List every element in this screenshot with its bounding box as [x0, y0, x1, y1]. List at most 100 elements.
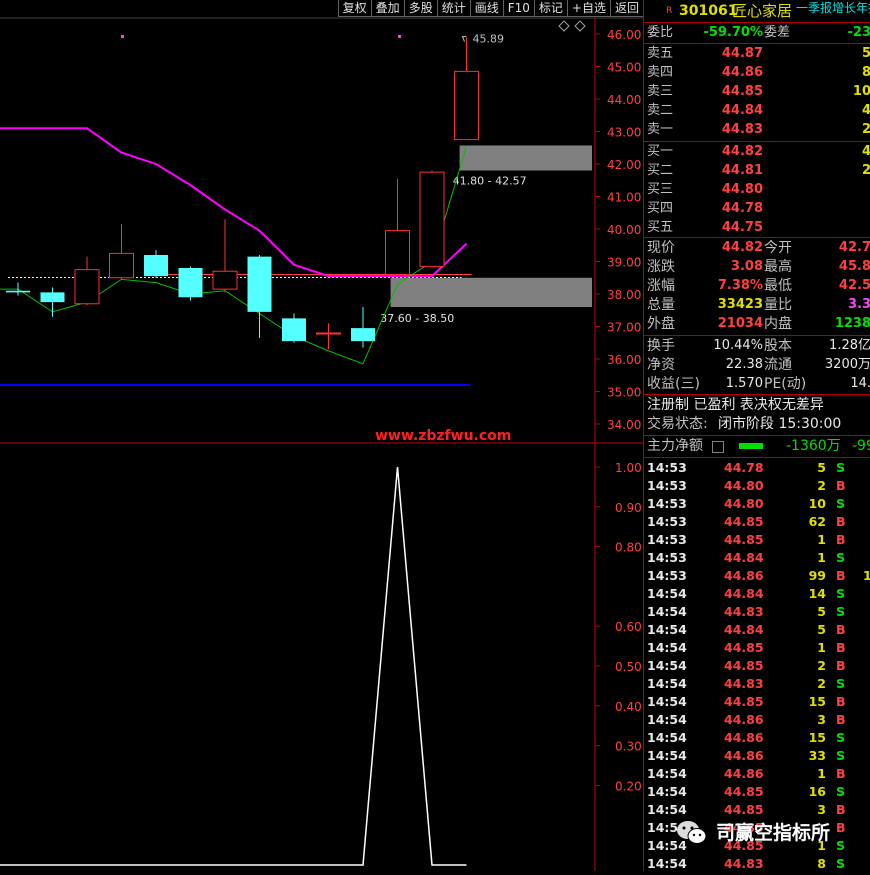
tick-row[interactable]: 14:5344.802B	[644, 477, 870, 495]
stock-name[interactable]: 匠心家居	[732, 0, 792, 22]
bid-row[interactable]: 买三44.80	[644, 181, 870, 199]
bid-row[interactable]: 买一44.824	[644, 143, 870, 161]
ask-row[interactable]: 卖二44.844	[644, 102, 870, 120]
fund-label: 股本	[764, 337, 792, 355]
trade-state-label: 交易状态:	[647, 415, 708, 433]
candle[interactable]	[110, 224, 134, 279]
toolbar-button-7[interactable]: +自选	[567, 0, 610, 17]
candle[interactable]	[282, 314, 306, 343]
diamond-icon[interactable]	[575, 21, 585, 31]
tick-row[interactable]: 14:5444.861B	[644, 765, 870, 783]
tick-row[interactable]: 14:5344.8699B1	[644, 567, 870, 585]
tick-direction: S	[836, 747, 845, 765]
kline-chart[interactable]: 46.0045.0044.0043.0042.0041.0040.0039.00…	[0, 0, 643, 871]
tick-time: 14:54	[647, 639, 687, 657]
weibi-label: 委比	[647, 24, 673, 42]
tick-row[interactable]: 14:5444.8516S	[644, 783, 870, 801]
tick-direction: S	[836, 495, 845, 513]
toolbar-button-6[interactable]: 标记	[534, 0, 567, 17]
candle[interactable]	[351, 307, 375, 348]
tick-volume: 1	[784, 765, 826, 783]
diamond-icon[interactable]	[559, 21, 569, 31]
quote-label: 总量	[647, 296, 675, 314]
tick-volume: 14	[784, 585, 826, 603]
ask-row[interactable]: 卖三44.8510	[644, 83, 870, 101]
tick-row[interactable]: 14:5444.838S	[644, 855, 870, 873]
wechat-logo-text: 司赢空指标所	[716, 818, 830, 845]
bid-label: 买二	[647, 162, 673, 180]
weicha-label: 委差	[764, 24, 790, 42]
candle[interactable]	[248, 255, 272, 338]
ask-row[interactable]: 卖一44.832	[644, 121, 870, 139]
price-tick-label: 42.00	[607, 158, 641, 172]
tick-row[interactable]: 14:5344.851B	[644, 531, 870, 549]
quote-row: 涨跌3.08最高45.8	[644, 258, 870, 276]
bid-row[interactable]: 买四44.78	[644, 200, 870, 218]
tick-price: 44.85	[724, 693, 760, 711]
ask-label: 卖四	[647, 64, 673, 82]
ask-label: 卖三	[647, 83, 673, 101]
tick-direction: S	[836, 603, 845, 621]
tick-price: 44.86	[724, 711, 760, 729]
tick-row[interactable]: 14:5444.8615S	[644, 729, 870, 747]
toolbar-button-4[interactable]: 画线	[470, 0, 503, 17]
list-icon[interactable]	[712, 441, 724, 453]
tick-row[interactable]: 14:5344.8010S	[644, 495, 870, 513]
bid-row[interactable]: 买五44.75	[644, 219, 870, 237]
candle[interactable]	[317, 323, 341, 349]
bid-label: 买四	[647, 200, 673, 218]
tick-time: 14:53	[647, 549, 687, 567]
price-tick-label: 39.00	[607, 256, 641, 270]
bid-row[interactable]: 买二44.812	[644, 162, 870, 180]
ask-row[interactable]: 卖五44.875	[644, 45, 870, 63]
candle[interactable]	[75, 257, 99, 306]
tick-row[interactable]: 14:5444.852B	[644, 657, 870, 675]
tick-price: 44.86	[724, 567, 760, 585]
tick-row[interactable]: 14:5444.845B	[644, 621, 870, 639]
tick-row[interactable]: 14:5444.863B	[644, 711, 870, 729]
candle[interactable]	[213, 219, 237, 292]
signal-tick-label: 0.40	[615, 700, 642, 714]
ask-row[interactable]: 卖四44.868	[644, 64, 870, 82]
tick-row[interactable]: 14:5344.8562B	[644, 513, 870, 531]
tick-row[interactable]: 14:5444.8414S	[644, 585, 870, 603]
toolbar-button-0[interactable]: 复权	[338, 0, 371, 17]
ask-price: 44.87	[722, 45, 763, 63]
tick-row[interactable]: 14:5344.785S	[644, 459, 870, 477]
tick-row[interactable]: 14:5344.841S	[644, 549, 870, 567]
candle[interactable]	[455, 38, 479, 140]
signal-tick-label: 0.90	[615, 501, 642, 515]
candle[interactable]	[144, 250, 168, 278]
tick-price: 44.85	[724, 783, 760, 801]
fund-label: 收益(三)	[647, 375, 700, 393]
toolbar-button-5[interactable]: F10	[503, 0, 534, 17]
candle[interactable]	[41, 288, 65, 317]
tick-row[interactable]: 14:5444.8515B	[644, 693, 870, 711]
toolbar-button-8[interactable]: 返回	[610, 0, 643, 17]
main-flow-row[interactable]: 主力净额 -1360万 -99	[644, 437, 870, 455]
price-tick-label: 34.00	[607, 418, 641, 432]
candle[interactable]	[386, 179, 410, 275]
tick-row[interactable]: 14:5444.851B	[644, 639, 870, 657]
tick-volume: 1	[784, 639, 826, 657]
tick-row[interactable]: 14:5444.8633S	[644, 747, 870, 765]
candle[interactable]	[420, 171, 444, 267]
tick-price: 44.86	[724, 729, 760, 747]
toolbar-button-3[interactable]: 统计	[437, 0, 470, 17]
quote-value: 42.7	[839, 239, 870, 257]
candle[interactable]	[179, 266, 203, 300]
tick-extra: 1	[863, 567, 870, 585]
toolbar-button-1[interactable]: 叠加	[371, 0, 404, 17]
chart-area[interactable]: 46.0045.0044.0043.0042.0041.0040.0039.00…	[0, 0, 643, 871]
main-flow-pct: -99	[852, 437, 870, 455]
ask-price: 44.83	[722, 121, 763, 139]
tick-direction: B	[836, 531, 846, 549]
quote-value: 33423	[718, 296, 763, 314]
tick-row[interactable]: 14:5444.832S	[644, 675, 870, 693]
quote-value: 3.08	[731, 258, 763, 276]
weicha-value: -23	[848, 24, 870, 42]
stock-badge: R	[666, 0, 672, 22]
tick-row[interactable]: 14:5444.835S	[644, 603, 870, 621]
toolbar-button-2[interactable]: 多股	[404, 0, 437, 17]
tick-price: 44.83	[724, 675, 760, 693]
